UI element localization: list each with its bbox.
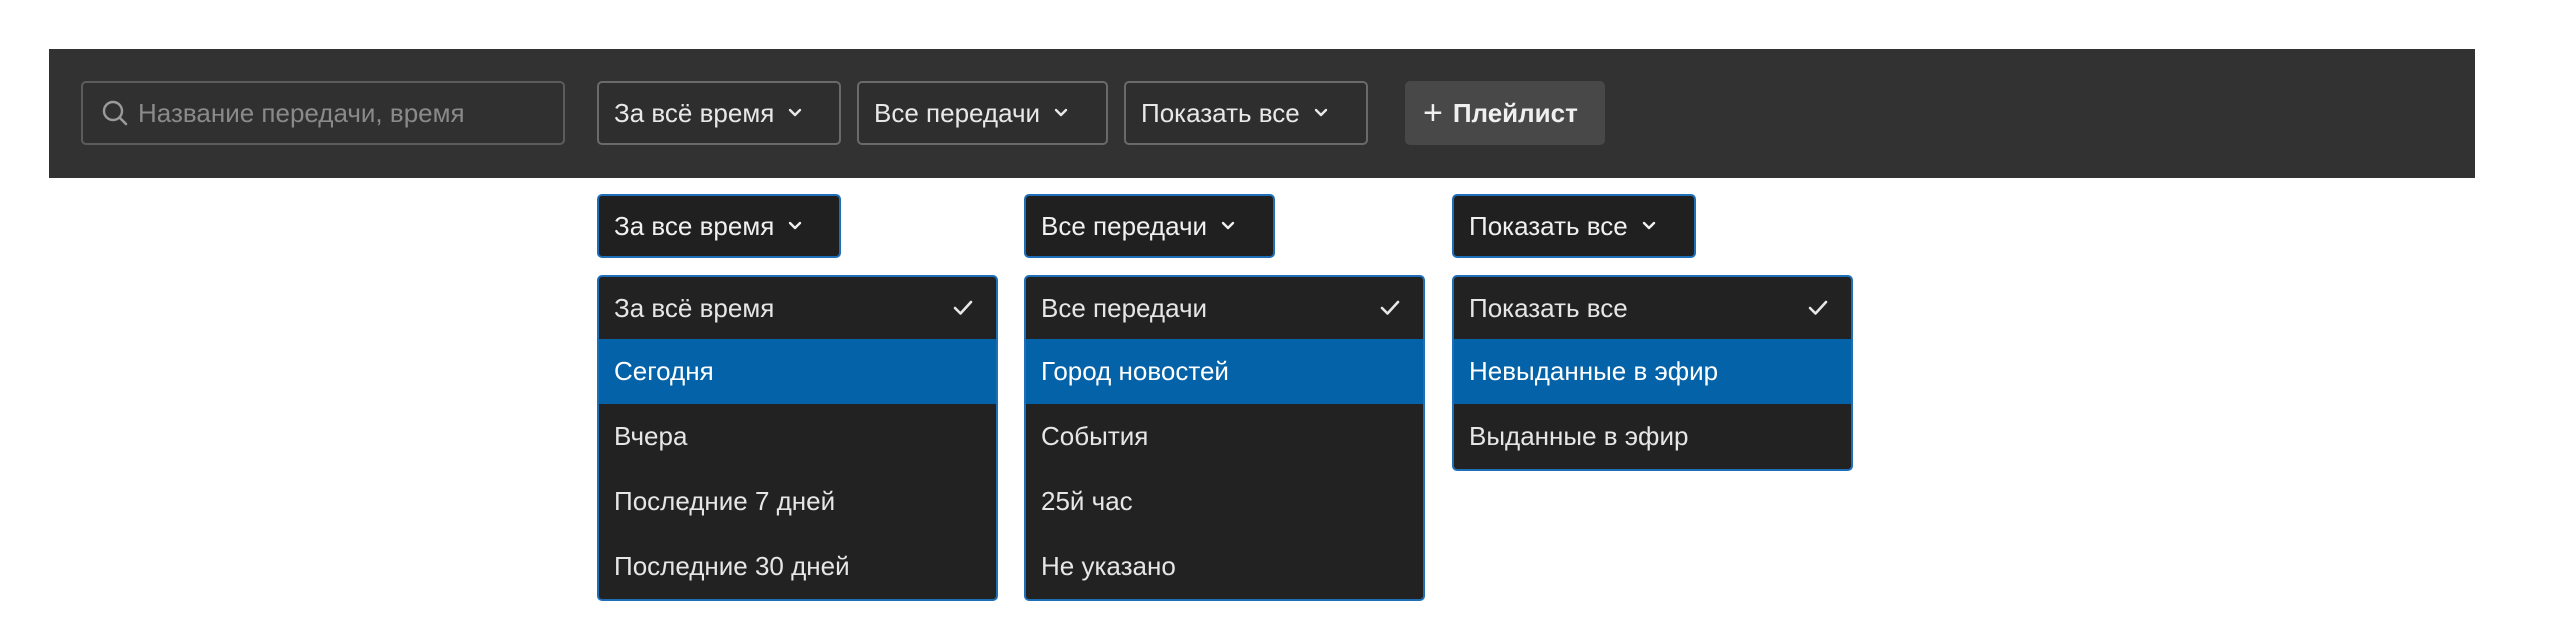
menu-option[interactable]: События bbox=[1026, 404, 1423, 469]
option-label: Не указано bbox=[1041, 551, 1176, 581]
option-label: Невыданные в эфир bbox=[1469, 356, 1719, 386]
option-label: Все передачи bbox=[1041, 292, 1208, 323]
menu-option[interactable]: Невыданные в эфир bbox=[1454, 339, 1851, 404]
program-dropdown-label: Все передачи bbox=[1041, 210, 1208, 241]
search-field[interactable] bbox=[81, 81, 565, 145]
menu-option[interactable]: Выданные в эфир bbox=[1454, 404, 1851, 469]
chevron-down-icon bbox=[1314, 108, 1327, 117]
plus-icon: + bbox=[1423, 94, 1443, 132]
program-filter-label: Все передачи bbox=[874, 97, 1041, 128]
menu-option[interactable]: Вчера bbox=[599, 404, 996, 469]
option-label: Выданные в эфир bbox=[1469, 421, 1689, 451]
menu-option[interactable]: 25й час bbox=[1026, 469, 1423, 534]
menu-option[interactable]: Все передачи bbox=[1026, 277, 1423, 339]
menu-option[interactable]: Показать все bbox=[1454, 277, 1851, 339]
menu-option[interactable]: Сегодня bbox=[599, 339, 996, 404]
broadcast-dropdown-toggle[interactable]: Показать все bbox=[1452, 194, 1696, 258]
broadcast-dropdown-menu: Показать все Невыданные в эфир Выданные … bbox=[1452, 275, 1853, 471]
option-label: Последние 30 дней bbox=[614, 551, 850, 581]
broadcast-dropdown-label: Показать все bbox=[1469, 210, 1628, 241]
option-label: 25й час bbox=[1041, 486, 1133, 516]
option-label: Последние 7 дней bbox=[614, 486, 836, 516]
program-dropdown-menu: Все передачи Город новостей События 25й … bbox=[1024, 275, 1425, 601]
menu-option[interactable]: За всё время bbox=[599, 277, 996, 339]
check-icon bbox=[1808, 300, 1828, 315]
broadcast-filter-select[interactable]: Показать все bbox=[1124, 81, 1368, 145]
period-filter-label: За всё время bbox=[614, 97, 775, 128]
menu-option[interactable]: Последние 7 дней bbox=[599, 469, 996, 534]
chevron-down-icon bbox=[1642, 221, 1655, 230]
chevron-down-icon bbox=[1221, 221, 1235, 230]
option-label: События bbox=[1041, 421, 1149, 451]
period-filter-select[interactable]: За всё время bbox=[597, 81, 841, 145]
search-icon bbox=[102, 100, 128, 126]
add-playlist-label: Плейлист bbox=[1452, 97, 1578, 128]
chevron-down-icon bbox=[789, 221, 802, 230]
check-icon bbox=[953, 300, 973, 315]
menu-option[interactable]: Не указано bbox=[1026, 534, 1423, 599]
program-dropdown-toggle[interactable]: Все передачи bbox=[1024, 194, 1275, 258]
menu-option[interactable]: Последние 30 дней bbox=[599, 534, 996, 599]
option-label: Вчера bbox=[614, 421, 688, 451]
period-dropdown-menu: За всё время Сегодня Вчера Последние 7 д… bbox=[597, 275, 998, 601]
broadcast-filter-label: Показать все bbox=[1141, 97, 1300, 128]
period-dropdown-label: За все время bbox=[614, 210, 775, 241]
check-icon bbox=[1380, 300, 1400, 315]
option-label: За всё время bbox=[614, 292, 775, 323]
option-label: Сегодня bbox=[614, 356, 714, 386]
search-input[interactable] bbox=[138, 97, 538, 129]
menu-option[interactable]: Город новостей bbox=[1026, 339, 1423, 404]
add-playlist-button[interactable]: + Плейлист bbox=[1405, 81, 1605, 145]
chevron-down-icon bbox=[1054, 108, 1068, 117]
program-filter-select[interactable]: Все передачи bbox=[857, 81, 1108, 145]
chevron-down-icon bbox=[789, 108, 802, 117]
option-label: Показать все bbox=[1469, 292, 1628, 323]
option-label: Город новостей bbox=[1041, 356, 1229, 386]
period-dropdown-toggle[interactable]: За все время bbox=[597, 194, 841, 258]
